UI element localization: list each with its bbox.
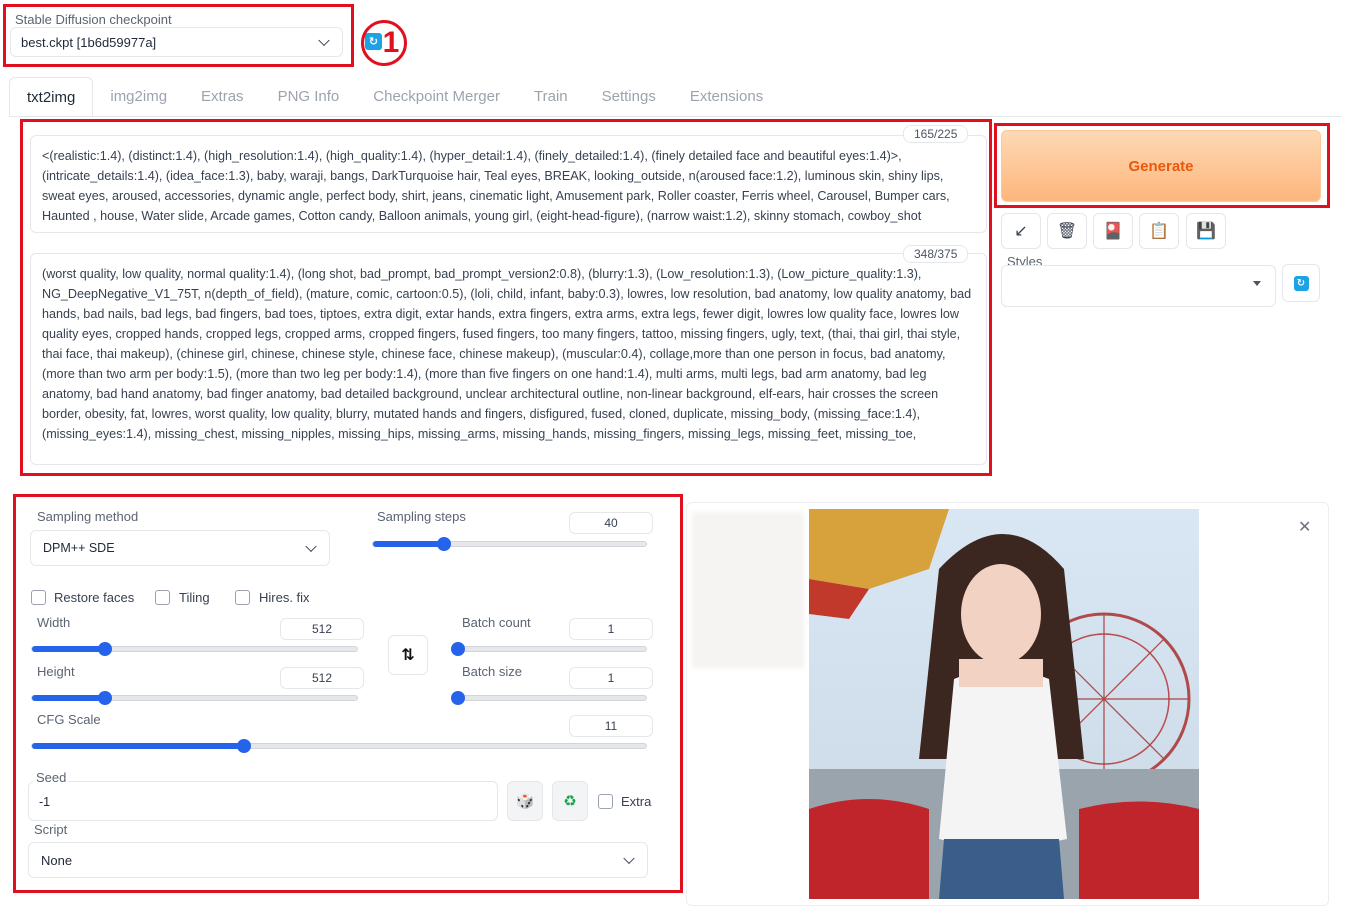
seed-extra-checkbox[interactable] [598,794,613,809]
batch-count-slider[interactable] [451,642,647,656]
seed-value: -1 [39,795,51,809]
tab-settings[interactable]: Settings [585,77,673,117]
width-slider[interactable] [31,642,358,656]
sampling-method-value: DPM++ SDE [43,541,115,555]
clipboard-icon[interactable]: 📋 [1139,213,1179,249]
seed-input[interactable]: -1 [28,781,498,821]
chevron-down-icon [318,34,330,47]
sampling-steps-label: Sampling steps [377,509,466,524]
save-style-icon[interactable]: 💾 [1186,213,1226,249]
swap-dimensions-button[interactable]: ⇅ [388,635,428,675]
restore-faces-checkbox[interactable] [31,590,46,605]
tab-png-info[interactable]: PNG Info [261,77,357,117]
script-select[interactable]: None [28,842,648,878]
annotation-circle-1: 1 [361,20,407,66]
sampling-method-select[interactable]: DPM++ SDE [30,530,330,566]
generate-button[interactable]: Generate [1001,130,1321,202]
hires-fix-label: Hires. fix [259,590,310,605]
slider-thumb[interactable] [451,642,465,656]
dice-icon: 🎲 [515,793,535,810]
generated-image[interactable] [809,509,1199,899]
tab-extensions[interactable]: Extensions [673,77,780,117]
generated-image-art [809,509,1199,899]
slider-fill [32,743,244,749]
height-input[interactable]: 512 [280,667,364,689]
batch-count-label: Batch count [462,615,531,630]
tab-bar: txt2img img2img Extras PNG Info Checkpoi… [9,77,780,117]
refresh-icon: ↻ [1293,275,1309,291]
script-value: None [41,852,73,868]
hires-fix-checkbox[interactable] [235,590,250,605]
chevron-down-icon [305,540,317,553]
tiling-checkbox[interactable] [155,590,170,605]
batch-count-input[interactable]: 1 [569,618,653,640]
width-label: Width [37,615,71,630]
seed-extra-label: Extra [621,794,652,809]
read-params-icon[interactable]: ↙ [1001,213,1041,249]
chevron-down-icon [623,852,635,865]
prompt-textarea[interactable]: <(realistic:1.4), (distinct:1.4), (high_… [30,135,987,233]
sampling-steps-slider[interactable] [372,537,647,551]
sampling-steps-input[interactable]: 40 [569,512,653,534]
trash-icon[interactable]: 🗑 [1047,213,1087,249]
batch-size-input[interactable]: 1 [569,667,653,689]
height-label: Height [37,664,75,679]
gallery-thumbnail-blurred [692,512,804,668]
cfg-scale-label: CFG Scale [37,712,101,727]
styles-refresh-button[interactable]: ↻ [1282,264,1320,302]
checkpoint-value: best.ckpt [1b6d59977a] [21,34,157,50]
close-icon[interactable]: ✕ [1298,517,1311,537]
tiling-label: Tiling [179,590,210,605]
negative-prompt-text: (worst quality, low quality, normal qual… [42,267,972,441]
negative-prompt-token-counter: 348/375 [903,245,969,263]
batch-size-label: Batch size [462,664,522,679]
styles-select[interactable] [1001,265,1276,307]
cfg-scale-slider[interactable] [31,739,647,753]
checkpoint-select[interactable]: best.ckpt [1b6d59977a] [10,27,343,57]
tab-content-border [9,116,1342,117]
tab-txt2img[interactable]: txt2img [9,77,94,117]
tab-checkpoint-merger[interactable]: Checkpoint Merger [356,77,517,117]
random-seed-button[interactable]: 🎲 [507,781,543,821]
reuse-seed-button[interactable]: ♻ [552,781,588,821]
script-label: Script [34,822,68,837]
extra-networks-icon[interactable]: 🎴 [1093,213,1133,249]
tab-train[interactable]: Train [517,77,585,117]
sampling-method-label: Sampling method [37,509,139,524]
recycle-icon: ♻ [563,793,577,810]
batch-size-slider[interactable] [451,691,647,705]
slider-thumb[interactable] [236,739,251,753]
negative-prompt-textarea[interactable]: (worst quality, low quality, normal qual… [30,253,987,465]
slider-fill [32,646,106,652]
swap-arrows-icon: ⇅ [401,647,415,664]
prompt-text: <(realistic:1.4), (distinct:1.4), (high_… [42,149,950,223]
slider-thumb[interactable] [451,691,465,705]
height-slider[interactable] [31,691,358,705]
tab-img2img[interactable]: img2img [93,77,184,117]
caret-down-icon [1253,281,1261,286]
restore-faces-label: Restore faces [54,590,135,605]
annotation-number: 1 [382,26,400,59]
prompt-token-counter: 165/225 [903,125,969,143]
width-input[interactable]: 512 [280,618,364,640]
slider-fill [32,695,106,701]
checkpoint-label: Stable Diffusion checkpoint [15,12,172,27]
slider-fill [373,541,445,547]
seed-label: Seed [34,770,69,785]
cfg-scale-input[interactable]: 11 [569,715,653,737]
tab-extras[interactable]: Extras [184,77,261,117]
